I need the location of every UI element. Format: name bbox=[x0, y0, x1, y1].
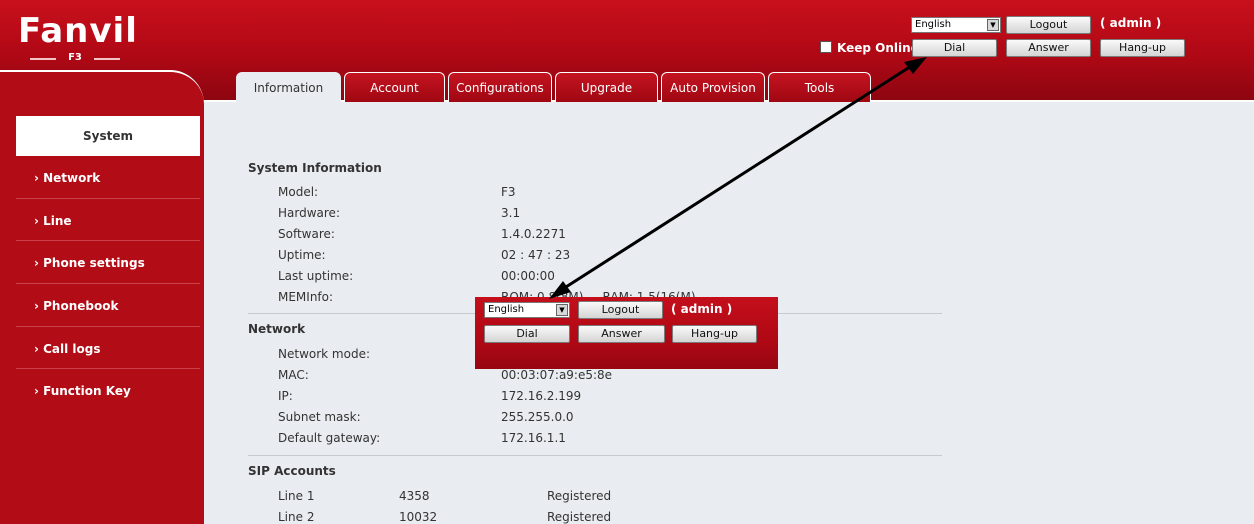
annotation-arrow-icon bbox=[549, 57, 927, 299]
